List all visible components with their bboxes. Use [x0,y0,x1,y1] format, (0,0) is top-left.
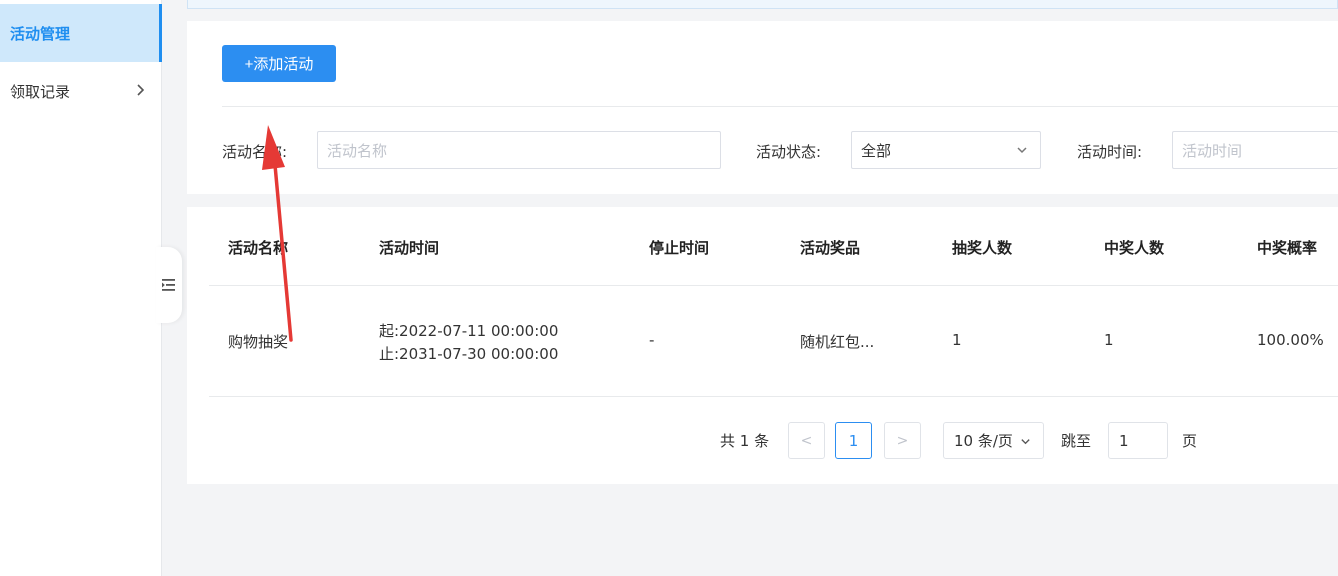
filter-card: +添加活动 活动名称: 活动名称 活动状态: 全部 活动时间: 活动时间 [187,21,1338,194]
cell-draw-count: 1 [952,331,962,349]
jump-page-input[interactable]: 1 [1108,422,1168,459]
cell-name: 购物抽奖 [228,333,289,351]
header-separator [209,285,1338,286]
activity-time-label: 活动时间: [1077,143,1143,161]
page-size-select[interactable]: 10 条/页 [943,422,1044,459]
chevron-right-icon: > [896,432,909,449]
column-header-win-rate: 中奖概率 [1257,239,1318,257]
cell-prize: 随机红包... [800,333,875,351]
row-separator [209,396,1338,397]
sidebar-item-label: 领取记录 [10,82,71,101]
pagination-current-page: 1 [848,431,859,450]
add-activity-button[interactable]: +添加活动 [222,45,336,82]
page-suffix: 页 [1182,432,1198,450]
pagination-page-1[interactable]: 1 [835,422,872,459]
chevron-right-icon [137,84,145,96]
chevron-down-icon [1017,147,1027,154]
column-header-stop-time: 停止时间 [649,239,710,257]
menu-fold-icon [162,279,175,291]
column-header-draw-count: 抽奖人数 [952,239,1013,257]
column-header-prize: 活动奖品 [800,239,861,257]
column-header-win-count: 中奖人数 [1104,239,1165,257]
column-header-name: 活动名称 [228,239,289,257]
cell-stop-time: - [649,331,655,349]
activity-name-label: 活动名称: [222,143,288,161]
activity-time-input[interactable]: 活动时间 [1172,131,1338,169]
divider [222,106,1338,107]
sidebar: 活动管理 领取记录 [0,0,162,576]
activity-name-placeholder: 活动名称 [327,141,388,160]
activity-name-input[interactable]: 活动名称 [317,131,721,169]
activity-status-label: 活动状态: [756,143,822,161]
activity-status-select[interactable]: 全部 [851,131,1041,169]
top-notice-strip [187,0,1338,9]
pagination-total: 共 1 条 [720,432,770,450]
sidebar-item-claim-records[interactable]: 领取记录 [0,62,162,120]
sidebar-collapse-button[interactable] [156,247,182,323]
pagination-prev-button[interactable]: < [788,422,825,459]
cell-win-count: 1 [1104,331,1114,349]
column-header-time: 活动时间 [379,239,440,257]
chevron-down-icon [1021,439,1030,445]
chevron-left-icon: < [800,432,813,449]
jump-page-value: 1 [1119,431,1129,450]
cell-start-time: 起:2022-07-11 00:00:00 [379,322,559,340]
jump-label: 跳至 [1061,432,1092,450]
activity-table-card: 活动名称 活动时间 停止时间 活动奖品 抽奖人数 中奖人数 中奖概率 购物抽奖 … [187,207,1338,484]
activity-time-placeholder: 活动时间 [1182,141,1243,160]
sidebar-item-activity-management[interactable]: 活动管理 [0,4,162,62]
cell-end-time: 止:2031-07-30 00:00:00 [379,345,559,363]
sidebar-item-label: 活动管理 [10,24,71,43]
activity-status-value: 全部 [861,141,892,160]
page-size-value: 10 条/页 [954,432,1013,450]
cell-win-rate: 100.00% [1257,331,1324,349]
pagination-next-button[interactable]: > [884,422,921,459]
